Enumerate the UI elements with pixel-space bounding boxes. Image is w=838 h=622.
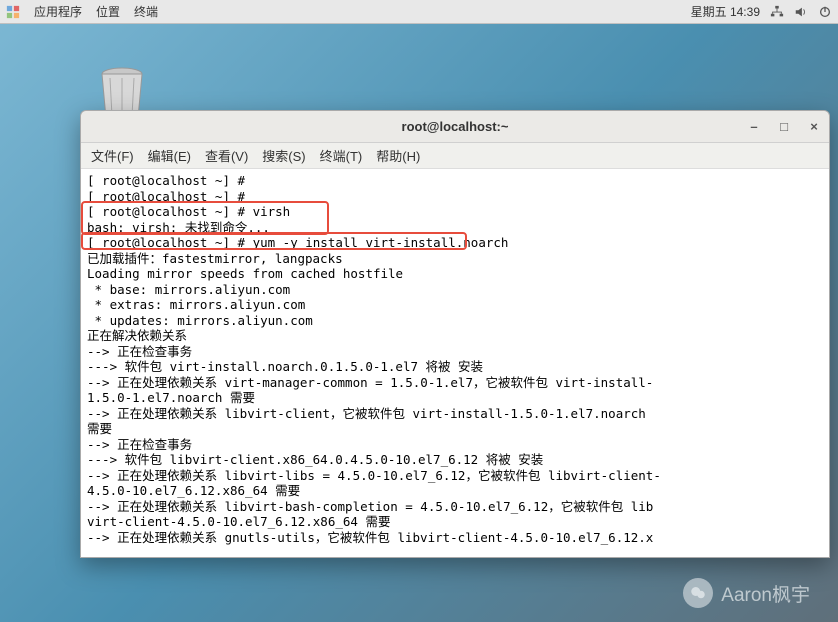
- menu-view[interactable]: 查看(V): [205, 146, 248, 165]
- window-menubar: 文件(F) 编辑(E) 查看(V) 搜索(S) 终端(T) 帮助(H): [81, 143, 829, 169]
- window-title: root@localhost:~: [402, 119, 509, 134]
- minimize-button[interactable]: –: [747, 120, 761, 134]
- terminal-line: * extras: mirrors.aliyun.com: [87, 297, 823, 313]
- terminal-line: --> 正在检查事务: [87, 437, 823, 453]
- terminal-line: Loading mirror speeds from cached hostfi…: [87, 266, 823, 282]
- terminal-line: --> 正在处理依赖关系 gnutls-utils，它被软件包 libvirt-…: [87, 530, 823, 546]
- terminal-line: ---> 软件包 libvirt-client.x86_64.0.4.5.0-1…: [87, 452, 823, 468]
- menu-edit[interactable]: 编辑(E): [148, 146, 191, 165]
- terminal-line: 正在解决依赖关系: [87, 328, 823, 344]
- terminal-line: virt-client-4.5.0-10.el7_6.12.x86_64 需要: [87, 514, 823, 530]
- terminal-line: 4.5.0-10.el7_6.12.x86_64 需要: [87, 483, 823, 499]
- terminal-line: 已加载插件：fastestmirror, langpacks: [87, 251, 823, 267]
- terminal-output[interactable]: [ root@localhost ~] # [ root@localhost ~…: [81, 169, 829, 557]
- terminal-line: ---> 软件包 virt-install.noarch.0.1.5.0-1.e…: [87, 359, 823, 375]
- watermark-text: Aaron枫宇: [721, 580, 810, 607]
- menu-search[interactable]: 搜索(S): [262, 146, 305, 165]
- window-titlebar[interactable]: root@localhost:~ – □ ×: [81, 111, 829, 143]
- terminal-line: [ root@localhost ~] # virsh: [87, 204, 823, 220]
- menu-terminal[interactable]: 终端(T): [320, 146, 363, 165]
- apps-icon: [6, 5, 20, 19]
- topbar-menu-terminal[interactable]: 终端: [134, 3, 158, 20]
- wechat-icon: [683, 578, 713, 608]
- terminal-line: 1.5.0-1.el7.noarch 需要: [87, 390, 823, 406]
- terminal-line: [ root@localhost ~] #: [87, 189, 823, 205]
- desktop-topbar: 应用程序 位置 终端 星期五 14:39: [0, 0, 838, 24]
- terminal-line: 需要: [87, 421, 823, 437]
- watermark: Aaron枫宇: [683, 578, 810, 608]
- terminal-window: root@localhost:~ – □ × 文件(F) 编辑(E) 查看(V)…: [80, 110, 830, 558]
- close-button[interactable]: ×: [807, 120, 821, 134]
- menu-help[interactable]: 帮助(H): [376, 146, 420, 165]
- terminal-line: --> 正在检查事务: [87, 344, 823, 360]
- power-icon[interactable]: [818, 5, 832, 19]
- menu-file[interactable]: 文件(F): [91, 146, 134, 165]
- terminal-line: * base: mirrors.aliyun.com: [87, 282, 823, 298]
- topbar-menu-places[interactable]: 位置: [96, 3, 120, 20]
- terminal-line: --> 正在处理依赖关系 libvirt-client，它被软件包 virt-i…: [87, 406, 823, 422]
- maximize-button[interactable]: □: [777, 120, 791, 134]
- network-icon[interactable]: [770, 5, 784, 19]
- terminal-line: --> 正在处理依赖关系 virt-manager-common = 1.5.0…: [87, 375, 823, 391]
- terminal-line: * updates: mirrors.aliyun.com: [87, 313, 823, 329]
- terminal-line: --> 正在处理依赖关系 libvirt-libs = 4.5.0-10.el7…: [87, 468, 823, 484]
- topbar-clock[interactable]: 星期五 14:39: [691, 3, 760, 20]
- terminal-line: [ root@localhost ~] #: [87, 173, 823, 189]
- terminal-line: --> 正在处理依赖关系 libvirt-bash-completion = 4…: [87, 499, 823, 515]
- topbar-menu-apps[interactable]: 应用程序: [34, 3, 82, 20]
- volume-icon[interactable]: [794, 5, 808, 19]
- terminal-line: bash: virsh: 未找到命令...: [87, 220, 823, 236]
- terminal-line: [ root@localhost ~] # yum -y install vir…: [87, 235, 823, 251]
